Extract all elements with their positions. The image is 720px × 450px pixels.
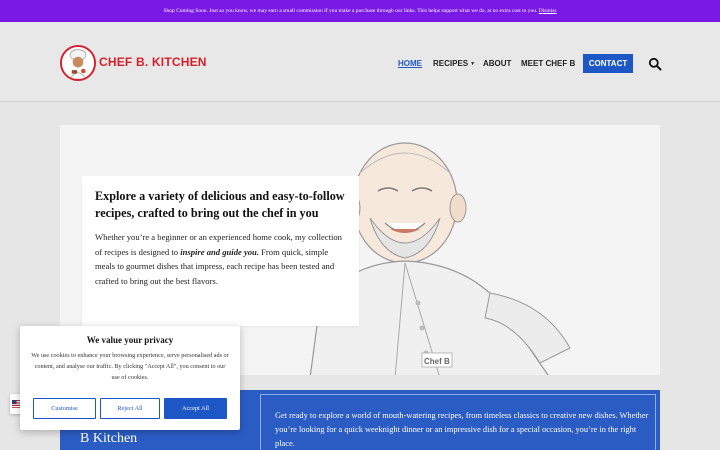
dismiss-link[interactable]: Dismiss: [539, 8, 557, 14]
brand-name[interactable]: CHEF B. KITCHEN: [99, 55, 207, 69]
site-header: CHEF B. KITCHEN HOME RECIPES ▼ ABOUT MEET…: [0, 22, 720, 102]
affiliate-notice-bar: Shop Coming Soon. Just so you know, we m…: [0, 0, 720, 22]
accept-all-button[interactable]: Accept All: [164, 398, 227, 419]
contact-button[interactable]: CONTACT: [583, 54, 633, 73]
hero-title: Explore a variety of delicious and easy-…: [95, 189, 345, 220]
chef-logo-icon[interactable]: [60, 45, 96, 81]
nav-home[interactable]: HOME: [398, 59, 422, 68]
cookie-dialog-text: We use cookies to enhance your browsing …: [31, 352, 229, 381]
cookie-consent-dialog: We value your privacy We use cookies to …: [20, 326, 240, 430]
search-icon[interactable]: [648, 57, 662, 71]
chevron-down-icon: ▼: [470, 61, 476, 67]
reject-all-button[interactable]: Reject All: [100, 398, 160, 419]
customise-button[interactable]: Customise: [33, 398, 96, 419]
chef-patch-label: Chef B: [424, 357, 450, 366]
nav-about[interactable]: ABOUT: [483, 59, 511, 68]
nav-recipes-label: RECIPES: [433, 59, 469, 68]
nav-recipes[interactable]: RECIPES ▼: [433, 59, 475, 68]
intro-text: Get ready to explore a world of mouth-wa…: [275, 411, 649, 448]
hero-body-emphasis: inspire and guide you.: [180, 246, 259, 257]
nav-meet-chef-b[interactable]: MEET CHEF B: [521, 59, 575, 68]
hero-body: Whether you’re a beginner or an experien…: [95, 230, 346, 288]
hero-card: Explore a variety of delicious and easy-…: [82, 176, 359, 326]
notice-text: Shop Coming Soon. Just so you know, we m…: [163, 8, 538, 14]
cookie-dialog-title: We value your privacy: [86, 335, 174, 345]
intro-title: B Kitchen: [80, 431, 138, 446]
